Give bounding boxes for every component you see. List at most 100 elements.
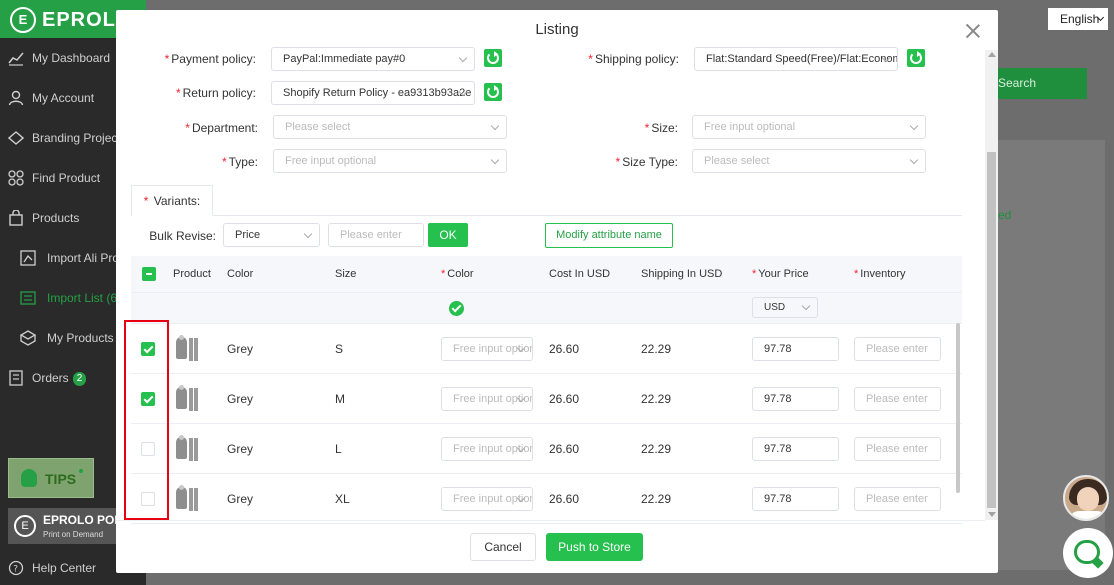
chevron-down-icon <box>303 229 313 239</box>
department-select[interactable]: Please select <box>273 115 507 139</box>
row-cost: 26.60 <box>549 492 580 506</box>
modal-scrollbar[interactable] <box>985 50 998 520</box>
type-select[interactable]: Free input optional <box>273 149 507 173</box>
column-inventory: * Inventory <box>854 268 906 280</box>
return-policy-select[interactable]: Shopify Return Policy - ea9313b93a2e <box>271 81 475 105</box>
footer-divider <box>116 520 985 521</box>
modify-attribute-name-button[interactable]: Modify attribute name <box>545 223 673 248</box>
push-to-store-button[interactable]: Push to Store <box>546 533 643 561</box>
row-inventory-input[interactable]: Please enter <box>854 337 941 361</box>
department-placeholder: Please select <box>285 121 351 133</box>
ok-button[interactable]: OK <box>428 223 468 247</box>
row-inventory-input[interactable]: Please enter <box>854 487 941 511</box>
sidebar-item-label: Branding Project <box>32 131 121 145</box>
row-shipping: 22.29 <box>641 342 672 356</box>
logo-mark-icon: E <box>10 7 36 33</box>
sidebar-item-label: Help Center <box>32 561 97 575</box>
row-price-input[interactable]: 97.78 <box>752 437 839 461</box>
bag-icon <box>9 210 23 226</box>
column-size: Size <box>335 268 357 280</box>
row-color-select[interactable]: Free input optional <box>441 337 533 361</box>
row-inventory-input[interactable]: Please enter <box>854 437 941 461</box>
department-label: * Department: <box>185 121 258 135</box>
size-type-select[interactable]: Please select <box>692 149 926 173</box>
row-price-input[interactable]: 97.78 <box>752 387 839 411</box>
language-value: English <box>1060 12 1100 26</box>
tab-variants[interactable]: * Variants: <box>131 185 213 216</box>
payment-policy-select[interactable]: PayPal:Immediate pay#0 <box>271 47 475 71</box>
row-cost: 26.60 <box>549 392 580 406</box>
tips-button[interactable]: TIPS <box>8 458 94 498</box>
check-circle-icon[interactable] <box>449 301 464 316</box>
chat-button[interactable] <box>1063 528 1113 578</box>
support-agent-avatar[interactable] <box>1063 475 1109 521</box>
orders-label: Orders <box>32 371 69 385</box>
sidebar-item-label: Import List (6) <box>47 291 122 305</box>
row-inventory-placeholder: Please enter <box>866 393 928 405</box>
cancel-button[interactable]: Cancel <box>470 533 536 561</box>
row-inventory-placeholder: Please enter <box>866 343 928 355</box>
column-cost: Cost In USD <box>549 268 611 280</box>
product-thumbnail <box>175 435 201 463</box>
row-price-value: 97.78 <box>764 493 792 505</box>
variants-table-header: Product Color Size * Color Cost In USD Sh… <box>131 256 962 292</box>
row-color-select[interactable]: Free input optional <box>441 487 533 511</box>
row-price-value: 97.78 <box>764 343 792 355</box>
close-icon[interactable] <box>964 22 982 40</box>
search-button[interactable]: Search <box>998 68 1087 99</box>
bulk-revise-input[interactable]: Please enter <box>328 223 424 247</box>
notification-dot <box>79 469 83 473</box>
currency-select[interactable]: USD <box>752 297 818 318</box>
select-all-checkbox[interactable] <box>142 267 156 281</box>
pod-logo-icon: E <box>14 515 36 537</box>
scroll-up-icon[interactable] <box>988 52 996 57</box>
row-color: Grey <box>227 342 254 356</box>
row-shipping: 22.29 <box>641 492 672 506</box>
table-row: Grey M Free input optional 26.60 22.29 9… <box>131 374 962 424</box>
row-price-input[interactable]: 97.78 <box>752 487 839 511</box>
language-select[interactable]: English <box>1048 8 1108 30</box>
sidebar-item-label: Find Product <box>32 171 101 185</box>
refresh-payment-icon[interactable] <box>484 49 502 67</box>
refresh-shipping-icon[interactable] <box>907 49 925 67</box>
sidebar-item-label: Products <box>32 211 80 225</box>
svg-text:?: ? <box>13 565 18 575</box>
refresh-return-icon[interactable] <box>484 83 502 101</box>
size-label: * Size: <box>644 121 678 135</box>
box-icon <box>20 330 36 346</box>
row-color-select[interactable]: Free input optional <box>441 387 533 411</box>
row-shipping: 22.29 <box>641 442 672 456</box>
lightbulb-icon <box>21 469 37 487</box>
size-type-label: * Size Type: <box>615 155 678 169</box>
modal-title: Listing <box>535 21 579 38</box>
row-color: Grey <box>227 392 254 406</box>
row-size: S <box>335 342 344 356</box>
table-scrollbar[interactable] <box>956 323 960 493</box>
return-policy-label: * Return policy: <box>175 86 256 100</box>
row-price-input[interactable]: 97.78 <box>752 337 839 361</box>
bulk-revise-field-select[interactable]: Price <box>223 223 320 247</box>
row-inventory-placeholder: Please enter <box>866 443 928 455</box>
sidebar-item-label: My Account <box>32 91 95 105</box>
scrollbar-thumb[interactable] <box>987 152 996 508</box>
row-inventory-input[interactable]: Please enter <box>854 387 941 411</box>
size-select[interactable]: Free input optional <box>692 115 926 139</box>
orders-count-badge: 2 <box>72 371 87 386</box>
chevron-down-icon <box>458 53 468 63</box>
scroll-down-icon[interactable] <box>988 512 996 517</box>
table-row: Grey XL Free input optional 26.60 22.29 … <box>131 474 962 524</box>
row-color-select[interactable]: Free input optional <box>441 437 533 461</box>
payment-policy-value: PayPal:Immediate pay#0 <box>283 53 406 65</box>
background-text-fragment: ed <box>998 208 1012 222</box>
size-placeholder: Free input optional <box>704 121 796 133</box>
column-shipping: Shipping In USD <box>641 268 723 280</box>
product-thumbnail <box>175 485 201 513</box>
row-cost: 26.60 <box>549 342 580 356</box>
return-policy-value: Shopify Return Policy - ea9313b93a2e <box>283 87 472 99</box>
grid-icon <box>8 170 24 186</box>
user-icon <box>8 90 24 106</box>
product-thumbnail <box>175 335 201 363</box>
shipping-policy-select[interactable]: Flat:Standard Speed(Free)/Flat:Economy <box>694 47 898 71</box>
column-product: Product <box>173 268 211 280</box>
listing-modal: Listing * Payment policy: PayPal:Immediat… <box>116 10 998 573</box>
